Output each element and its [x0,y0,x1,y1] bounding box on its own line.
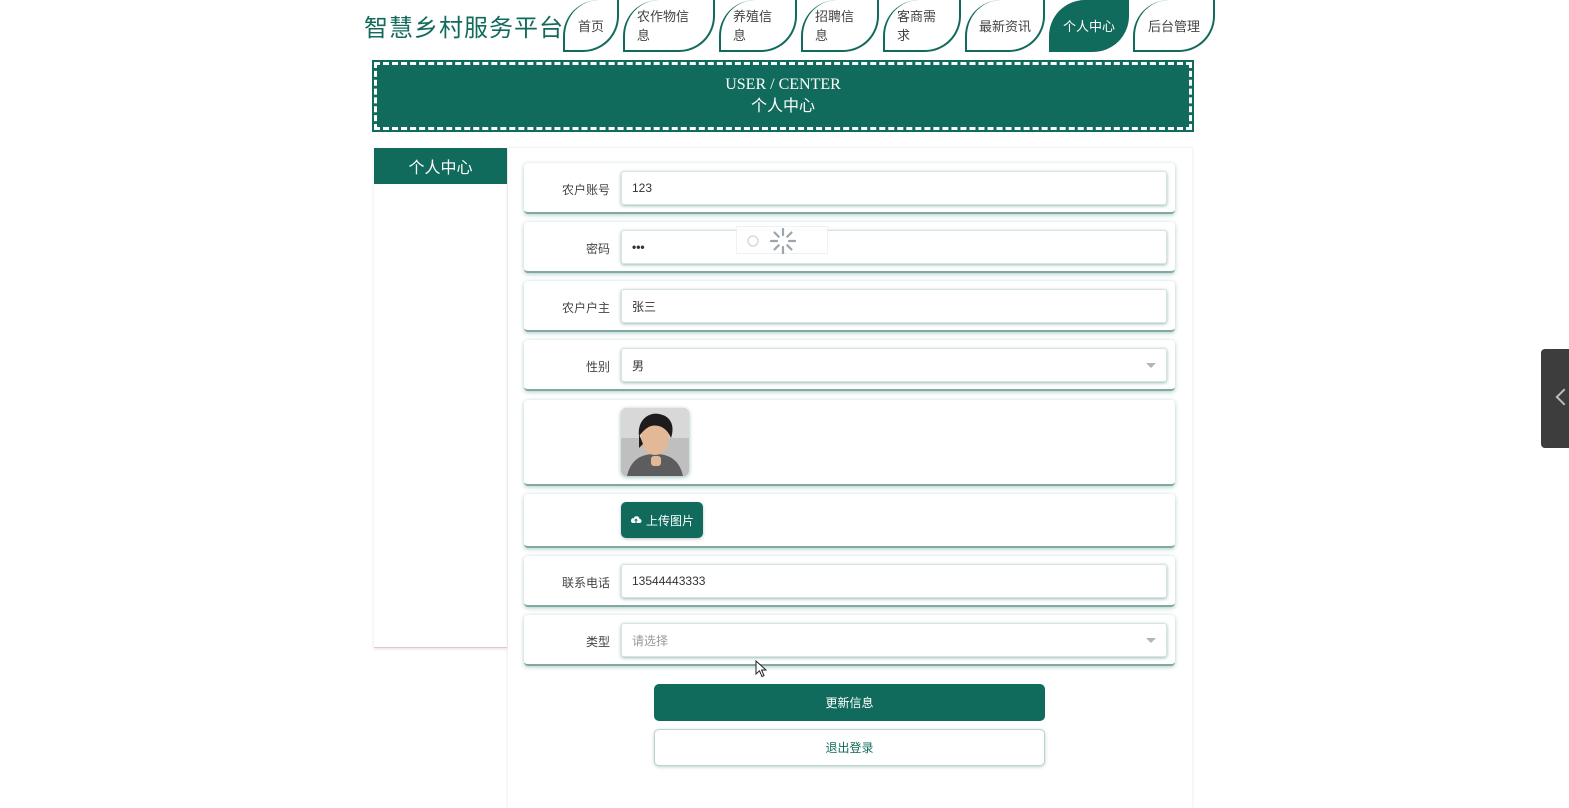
form-row-password: 密码 ••• [524,222,1175,273]
account-input[interactable]: 123 [621,171,1167,205]
owner-input[interactable]: 张三 [621,289,1167,323]
sidebar-heading[interactable]: 个人中心 [374,148,507,184]
nav-tab-merchant-demand[interactable]: 客商需求 [883,0,961,52]
avatar [621,408,689,476]
account-label: 农户账号 [561,183,610,197]
sidebar: 个人中心 [374,148,507,648]
avatar-image [621,408,689,476]
phone-label: 联系电话 [561,576,610,590]
chevron-down-icon [1146,363,1156,368]
nav-tab-admin[interactable]: 后台管理 [1133,0,1215,52]
type-label: 类型 [585,635,610,649]
banner-title-en: USER / CENTER [725,76,841,93]
chevron-down-icon [1146,638,1156,643]
loading-spinner-icon [747,227,797,255]
chevron-left-icon [1555,388,1569,406]
site-title: 智慧乡村服务平台 [364,15,564,42]
form-row-avatar [524,400,1175,486]
form-row-phone: 联系电话 13544443333 [524,556,1175,607]
gender-select[interactable]: 男 [621,348,1167,382]
type-select[interactable]: 请选择 [621,623,1167,657]
side-panel-toggle[interactable] [1541,349,1569,448]
nav-tab-news[interactable]: 最新资讯 [965,0,1045,52]
profile-form-panel: 农户账号 123 密码 ••• 农户户主 张三 性别 男 上传图片 联系电话 1… [508,148,1192,808]
nav-tab-user-center[interactable]: 个人中心 [1049,0,1129,52]
cloud-upload-icon [630,516,642,523]
nav-tab-breeding[interactable]: 养殖信息 [719,0,797,52]
page-banner: USER / CENTER 个人中心 [372,60,1194,132]
form-row-upload: 上传图片 [524,494,1175,548]
update-info-button[interactable]: 更新信息 [654,684,1045,721]
form-row-type: 类型 请选择 [524,615,1175,666]
top-nav: 首页 农作物信息 养殖信息 招聘信息 客商需求 最新资讯 个人中心 后台管理 [563,0,1219,53]
gender-label: 性别 [585,360,610,374]
password-input[interactable]: ••• [621,230,1167,264]
nav-tab-home[interactable]: 首页 [563,0,619,52]
owner-label: 农户户主 [561,301,610,315]
banner-title-cn: 个人中心 [750,98,815,115]
password-label: 密码 [585,242,610,256]
form-row-owner: 农户户主 张三 [524,281,1175,332]
upload-image-button[interactable]: 上传图片 [621,502,704,538]
nav-tab-jobs[interactable]: 招聘信息 [801,0,879,52]
nav-tab-crops[interactable]: 农作物信息 [623,0,715,52]
form-row-gender: 性别 男 [524,340,1175,391]
logout-button[interactable]: 退出登录 [654,729,1045,766]
phone-input[interactable]: 13544443333 [621,564,1167,598]
upload-image-label: 上传图片 [646,513,695,528]
mouse-cursor-icon [755,660,767,678]
loading-overlay [736,226,828,255]
form-row-account: 农户账号 123 [524,163,1175,214]
